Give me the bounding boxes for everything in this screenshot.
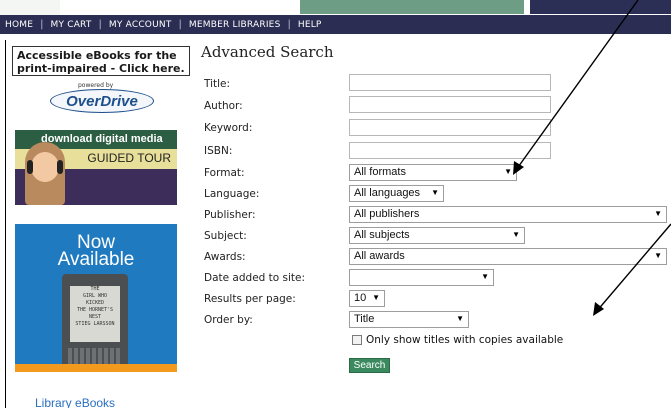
chevron-down-icon: ▼ xyxy=(512,230,520,239)
nav-home-link[interactable]: HOME xyxy=(5,20,33,30)
nav-help-link[interactable]: HELP xyxy=(298,20,322,30)
results-per-page-select[interactable]: 10 ▼ xyxy=(349,290,385,307)
keyword-input[interactable] xyxy=(349,119,551,136)
available-only-checkbox[interactable] xyxy=(352,335,362,345)
awards-value: All awards xyxy=(354,250,405,262)
nav-separator: | xyxy=(40,19,44,30)
search-button[interactable]: Search xyxy=(349,358,390,373)
book-cover-line: KICKED xyxy=(85,300,105,306)
available-only-label: Only show titles with copies available xyxy=(366,334,564,346)
subject-label: Subject: xyxy=(204,230,247,242)
publisher-label: Publisher: xyxy=(204,209,256,221)
chevron-down-icon: ▼ xyxy=(654,251,662,260)
isbn-label: ISBN: xyxy=(204,145,233,157)
annotation-arrow xyxy=(593,223,671,316)
overdrive-logo[interactable]: powered by OverDrive xyxy=(50,82,154,116)
publisher-select[interactable]: All publishers ▼ xyxy=(349,206,667,223)
book-cover-line: STIEG LARSSON xyxy=(75,321,115,327)
format-select[interactable]: All formats ▼ xyxy=(349,164,517,181)
book-cover-line: NEST xyxy=(88,314,102,320)
order-by-value: Title xyxy=(354,313,375,325)
keyword-label: Keyword: xyxy=(204,122,253,134)
page-title: Advanced Search xyxy=(201,43,334,61)
kindle-available-text: Available xyxy=(57,249,135,270)
nav-my-cart-link[interactable]: MY CART xyxy=(50,20,91,30)
headphones-icon xyxy=(57,160,63,174)
chevron-down-icon: ▼ xyxy=(456,314,464,323)
overdrive-powered-by: powered by xyxy=(78,82,114,89)
book-cover-line: GIRL WHO xyxy=(82,293,108,299)
left-sidebar: Accessible eBooks for the print-impaired… xyxy=(0,34,192,408)
title-label: Title: xyxy=(204,78,231,90)
language-select[interactable]: All languages ▼ xyxy=(349,185,444,202)
chevron-down-icon: ▼ xyxy=(481,272,489,281)
awards-select[interactable]: All awards ▼ xyxy=(349,248,667,265)
main-nav-bar: HOME | MY CART | MY ACCOUNT | MEMBER LIB… xyxy=(0,15,671,34)
kindle-banner-footer xyxy=(15,372,177,386)
chevron-down-icon: ▼ xyxy=(504,167,512,176)
language-value: All languages xyxy=(354,187,421,199)
results-per-page-value: 10 xyxy=(354,292,367,304)
sidebar-divider xyxy=(5,40,6,408)
book-cover-line: THE HORNET'S xyxy=(76,307,114,313)
isbn-input[interactable] xyxy=(349,142,551,159)
banner-segment xyxy=(530,0,671,14)
publisher-value: All publishers xyxy=(354,208,420,220)
banner-segment xyxy=(300,0,524,14)
guided-tour-label: GUIDED TOUR xyxy=(87,151,171,165)
nav-separator: | xyxy=(98,19,102,30)
accessible-ebooks-link[interactable]: Accessible eBooks for the print-impaired… xyxy=(12,46,190,76)
order-by-select[interactable]: Title ▼ xyxy=(349,311,469,328)
kindle-banner-stripe xyxy=(15,364,177,372)
overdrive-wordmark: OverDrive xyxy=(50,89,154,113)
kindle-headline: Now Available xyxy=(15,233,177,270)
nav-separator: | xyxy=(178,19,182,30)
date-added-select[interactable]: ▼ xyxy=(349,269,494,286)
available-only-row: Only show titles with copies available xyxy=(352,334,563,346)
girl-face-image xyxy=(31,152,59,182)
author-input[interactable] xyxy=(349,96,551,113)
awards-label: Awards: xyxy=(204,251,246,263)
format-value: All formats xyxy=(354,166,406,178)
chevron-down-icon: ▼ xyxy=(431,188,439,197)
nav-separator: | xyxy=(287,19,291,30)
nav-member-libraries-link[interactable]: MEMBER LIBRARIES xyxy=(189,20,281,30)
chevron-down-icon: ▼ xyxy=(654,209,662,218)
chevron-down-icon: ▼ xyxy=(372,293,380,302)
download-digital-media-text: download digital media xyxy=(41,133,163,145)
order-by-label: Order by: xyxy=(204,314,253,326)
nav-my-account-link[interactable]: MY ACCOUNT xyxy=(109,20,172,30)
subject-select[interactable]: All subjects ▼ xyxy=(349,227,525,244)
results-per-page-label: Results per page: xyxy=(204,293,296,305)
subject-value: All subjects xyxy=(354,229,410,241)
guided-tour-banner[interactable]: GUIDED TOUR download digital media xyxy=(15,130,177,205)
date-added-label: Date added to site: xyxy=(204,272,306,284)
book-cover-line: THE xyxy=(90,286,100,292)
kindle-screen: THE GIRL WHO KICKED THE HORNET'S NEST ST… xyxy=(70,286,120,342)
headphones-icon xyxy=(27,160,33,174)
kindle-now-available-banner[interactable]: Now Available THE GIRL WHO KICKED THE HO… xyxy=(15,224,177,386)
library-ebooks-link[interactable]: Library eBooks xyxy=(35,396,115,408)
author-label: Author: xyxy=(204,100,243,112)
language-label: Language: xyxy=(204,188,260,200)
format-label: Format: xyxy=(204,167,245,179)
title-input[interactable] xyxy=(349,74,551,91)
